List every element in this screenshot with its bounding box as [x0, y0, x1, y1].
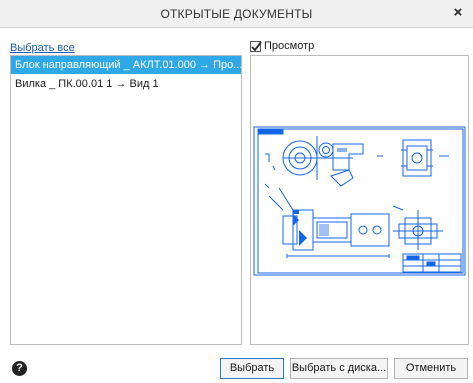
- preview-pane: [250, 55, 469, 345]
- drawing-thumbnail: [253, 126, 466, 276]
- title-bar: ОТКРЫТЫЕ ДОКУМЕНТЫ ×: [0, 0, 473, 28]
- checkbox-checked-icon[interactable]: [250, 40, 262, 52]
- list-item[interactable]: Вилка _ ПК.00.01 1 → Вид 1: [11, 75, 241, 93]
- cancel-button[interactable]: Отменить: [394, 358, 468, 379]
- preview-label: Просмотр: [264, 40, 315, 52]
- documents-list[interactable]: Блок направляющий _ АКЛТ.01.000 → Про...…: [10, 55, 242, 345]
- help-icon[interactable]: ?: [12, 361, 27, 376]
- select-button[interactable]: Выбрать: [220, 358, 284, 379]
- select-all-link[interactable]: Выбрать все: [10, 42, 75, 54]
- window-title: ОТКРЫТЫЕ ДОКУМЕНТЫ: [160, 7, 313, 21]
- select-from-disk-button[interactable]: Выбрать с диска...: [290, 358, 388, 379]
- list-item[interactable]: Блок направляющий _ АКЛТ.01.000 → Про...: [11, 56, 241, 74]
- close-icon[interactable]: ×: [449, 4, 467, 22]
- preview-checkbox[interactable]: Просмотр: [250, 40, 314, 52]
